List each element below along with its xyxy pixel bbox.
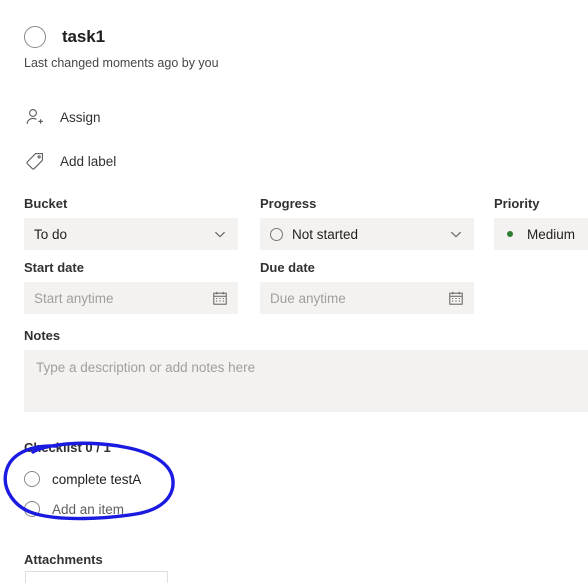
priority-value: Medium: [527, 226, 576, 242]
notes-textarea[interactable]: Type a description or add notes here: [24, 350, 588, 412]
assign-button[interactable]: Assign: [24, 106, 101, 128]
progress-dropdown[interactable]: Not started: [260, 218, 474, 250]
chevron-down-icon: [448, 226, 464, 242]
add-label-button[interactable]: Add label: [24, 150, 116, 172]
circle-unchecked-icon[interactable]: [24, 471, 40, 487]
checklist-item[interactable]: complete testA: [24, 471, 141, 487]
bucket-label: Bucket: [24, 196, 68, 211]
attachment-add-box[interactable]: [25, 571, 168, 583]
priority-dot-icon: [507, 231, 513, 237]
due-date-input[interactable]: Due anytime: [260, 282, 474, 314]
assign-label: Assign: [60, 109, 101, 125]
circle-unchecked-icon: [270, 227, 283, 241]
notes-label: Notes: [24, 328, 61, 343]
checklist-item-label: complete testA: [52, 471, 142, 487]
checklist-label: Checklist 0 / 1: [24, 440, 111, 455]
person-add-icon: [24, 106, 46, 128]
due-date-label: Due date: [260, 260, 315, 275]
task-header: task1: [24, 26, 105, 48]
start-date-label: Start date: [24, 260, 84, 275]
task-detail-pane: task1 Last changed moments ago by you As…: [0, 0, 588, 583]
circle-unchecked-icon[interactable]: [24, 501, 40, 517]
tag-icon: [24, 150, 46, 172]
last-changed-text: Last changed moments ago by you: [24, 56, 219, 70]
add-label-label: Add label: [60, 153, 117, 169]
due-date-placeholder: Due anytime: [270, 290, 346, 306]
bucket-value: To do: [34, 226, 68, 242]
add-checklist-item-button[interactable]: Add an item: [24, 501, 124, 517]
notes-placeholder: Type a description or add notes here: [36, 360, 256, 375]
start-date-input[interactable]: Start anytime: [24, 282, 238, 314]
start-date-placeholder: Start anytime: [34, 290, 114, 306]
progress-label: Progress: [260, 196, 317, 211]
progress-value: Not started: [292, 226, 359, 242]
page-title[interactable]: task1: [62, 27, 105, 47]
attachments-label: Attachments: [24, 552, 103, 567]
circle-unchecked-icon[interactable]: [24, 26, 46, 48]
add-item-label: Add an item: [52, 501, 125, 517]
chevron-down-icon: [212, 226, 228, 242]
bucket-dropdown[interactable]: To do: [24, 218, 238, 250]
calendar-icon[interactable]: [212, 290, 228, 306]
priority-dropdown[interactable]: Medium: [494, 218, 588, 250]
priority-label: Priority: [494, 196, 540, 211]
calendar-icon[interactable]: [448, 290, 464, 306]
